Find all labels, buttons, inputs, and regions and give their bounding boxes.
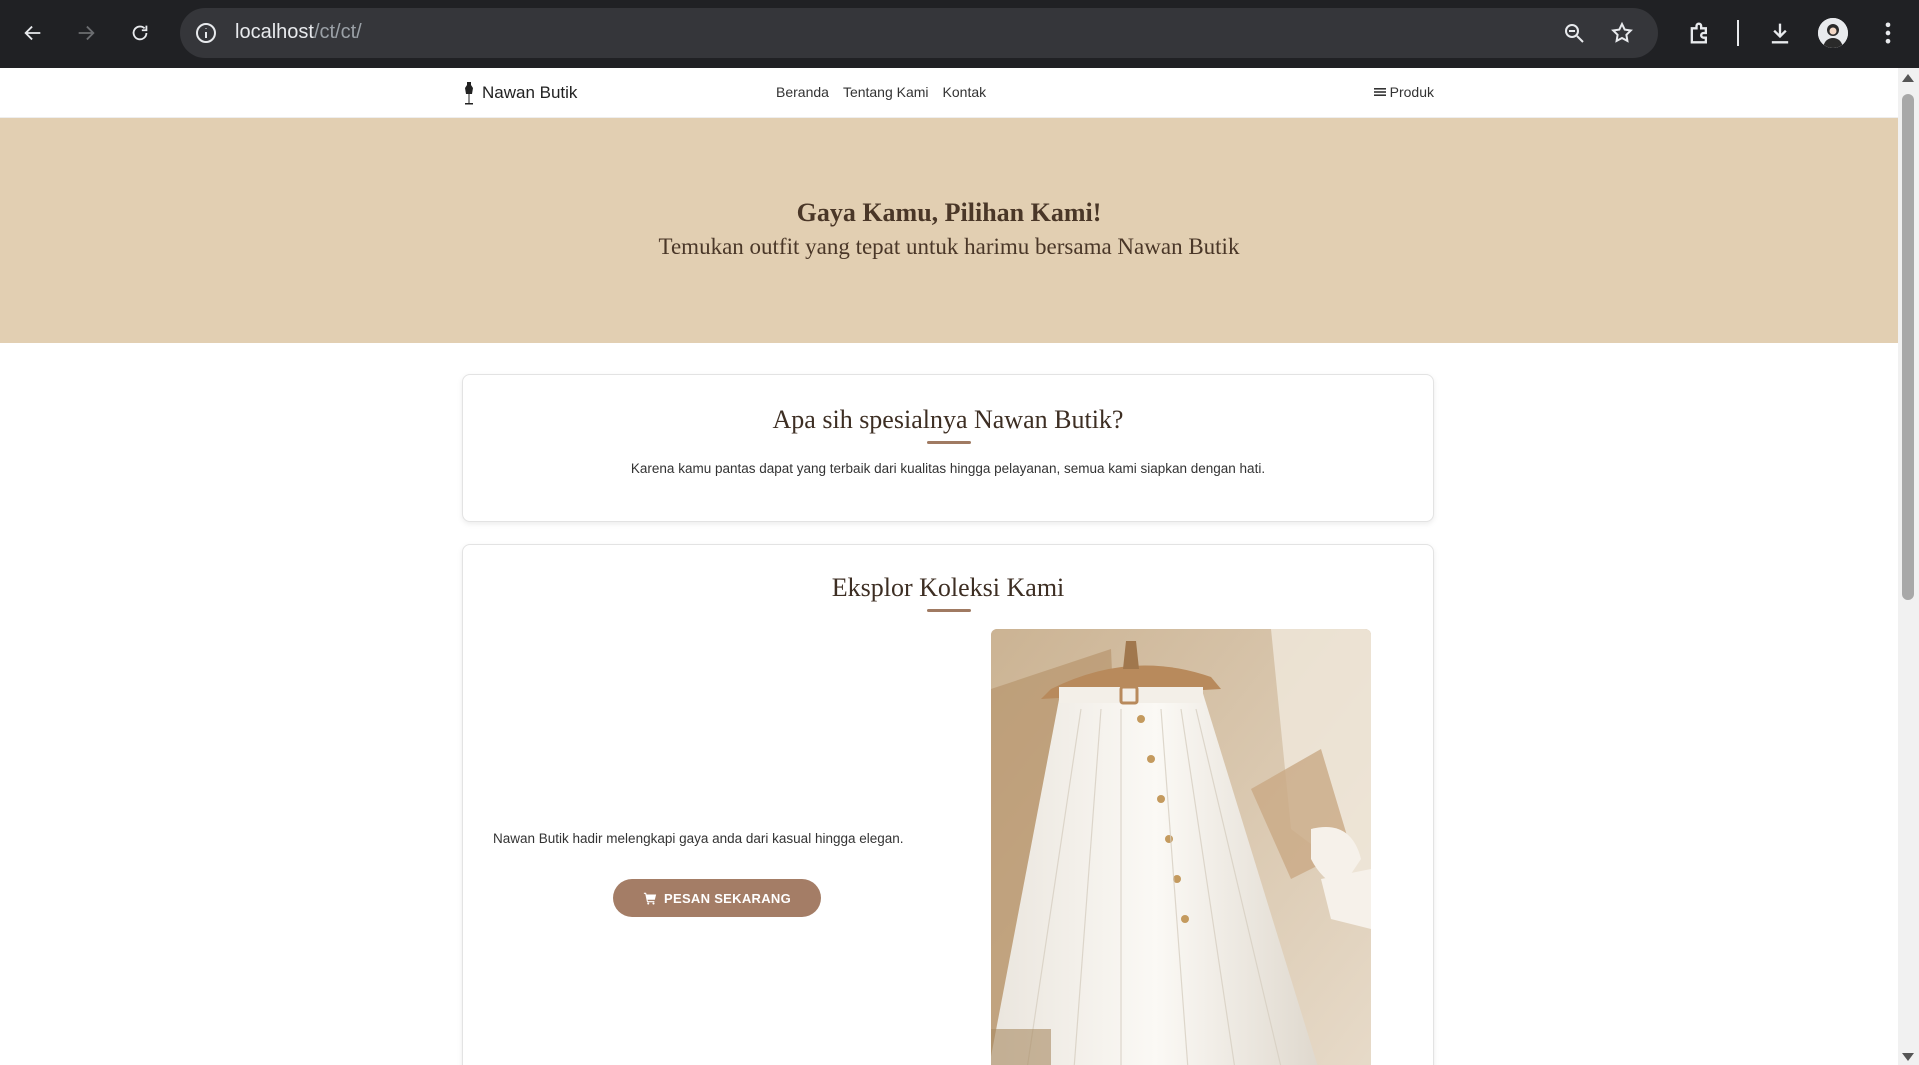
hero-title: Gaya Kamu, Pilihan Kami! [796,198,1102,227]
profile-avatar[interactable] [1818,18,1848,48]
url-text[interactable]: localhost/ct/ct/ [235,21,362,44]
scroll-up-arrow-icon[interactable] [1902,74,1914,82]
cart-icon [643,892,657,905]
product-image-skirt [991,629,1371,1065]
collection-title: Eksplor Koleksi Kami [831,573,1065,602]
forward-arrow-icon[interactable] [68,15,104,51]
hamburger-icon [1373,88,1386,96]
nav-link-kontak[interactable]: Kontak [943,84,987,100]
dress-form-icon [465,82,473,105]
order-now-label: PESAN SEKARANG [664,890,791,906]
brand[interactable]: Nawan Butik [462,80,577,106]
star-icon[interactable] [1610,21,1634,45]
title-underline [927,441,971,444]
main-menu: Beranda Tentang Kami Kontak [776,84,986,100]
title-underline [927,609,971,612]
back-arrow-icon[interactable] [15,15,51,51]
toolbar-separator [1737,20,1739,46]
scroll-thumb[interactable] [1902,94,1914,600]
zoom-icon[interactable] [1562,21,1586,45]
browser-toolbar: localhost/ct/ct/ [0,0,1919,68]
hero-banner: Gaya Kamu, Pilihan Kami! Temukan outfit … [0,118,1898,343]
produk-menu-button[interactable]: Produk [1373,84,1434,100]
download-icon[interactable] [1766,19,1794,47]
url-path: /ct/ct/ [313,21,362,43]
extensions-icon[interactable] [1686,19,1714,47]
site-navbar: Nawan Butik Beranda Tentang Kami Kontak … [0,68,1898,118]
special-title: Apa sih spesialnya Nawan Butik? [772,405,1124,434]
hero-subtitle: Temukan outfit yang tepat untuk harimu b… [658,234,1240,259]
special-card: Apa sih spesialnya Nawan Butik? Karena k… [462,374,1434,522]
nav-link-tentang-kami[interactable]: Tentang Kami [843,84,929,100]
reload-icon[interactable] [122,15,158,51]
address-bar[interactable]: localhost/ct/ct/ [180,8,1658,58]
collection-card: Eksplor Koleksi Kami Nawan Butik hadir m… [462,544,1434,1065]
special-text: Karena kamu pantas dapat yang terbaik da… [630,461,1266,476]
order-now-button[interactable]: PESAN SEKARANG [613,879,821,917]
more-menu-icon[interactable] [1874,19,1902,47]
collection-description: Nawan Butik hadir melengkapi gaya anda d… [493,831,904,846]
brand-name: Nawan Butik [482,83,578,102]
produk-label: Produk [1389,84,1434,100]
info-icon[interactable] [194,21,218,45]
nav-link-beranda[interactable]: Beranda [776,84,829,100]
url-host: localhost [235,21,314,43]
scroll-down-arrow-icon[interactable] [1902,1053,1914,1061]
web-page: Nawan Butik Beranda Tentang Kami Kontak … [0,68,1898,1065]
page-scrollbar[interactable] [1898,68,1919,1065]
